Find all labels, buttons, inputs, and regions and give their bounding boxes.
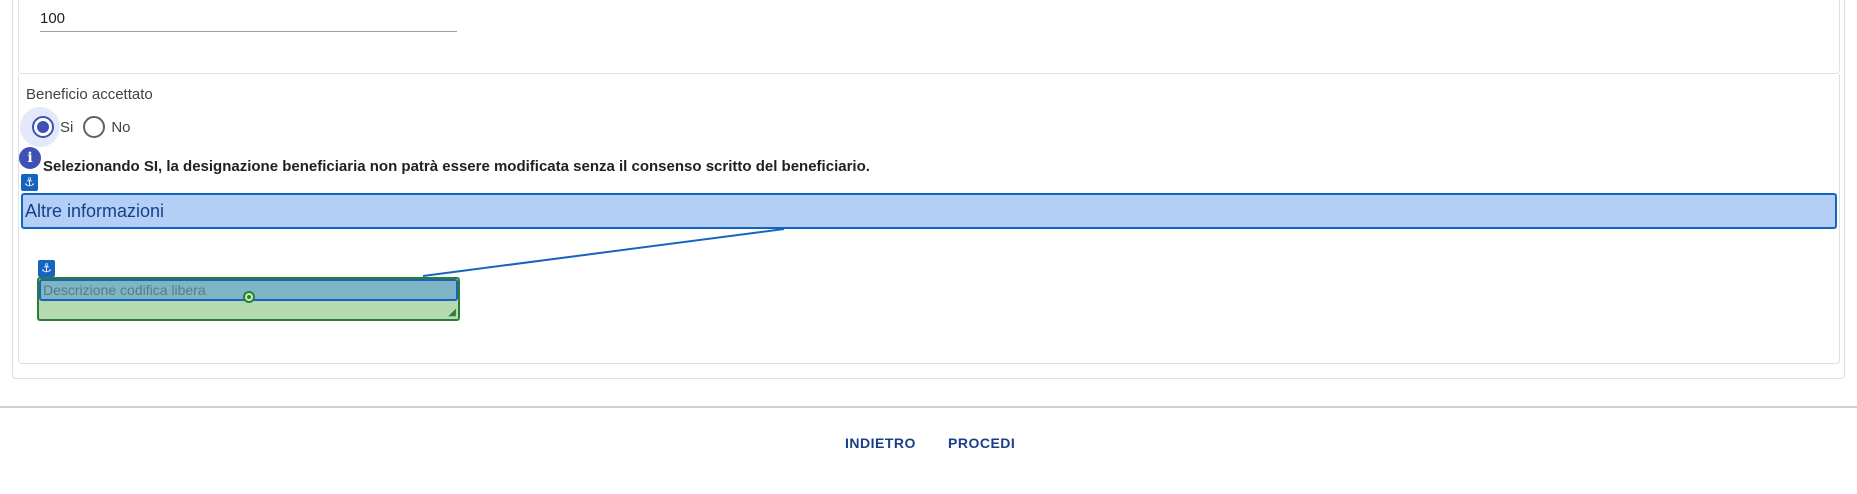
- back-button[interactable]: INDIETRO: [845, 435, 916, 451]
- benefit-accepted-label: Beneficio accettato: [26, 86, 153, 103]
- section-title-altre-informazioni[interactable]: Altre informazioni: [21, 193, 1837, 229]
- benefit-radio-group: Si No: [20, 107, 141, 147]
- anchor-icon[interactable]: ⚓: [38, 260, 55, 277]
- move-handle-icon[interactable]: [243, 291, 255, 303]
- info-icon: i: [19, 147, 41, 169]
- radio-no[interactable]: [83, 116, 106, 138]
- resize-handle-icon[interactable]: ◢: [448, 307, 456, 318]
- previous-section-card: [18, 0, 1840, 74]
- percentage-field-underline: [40, 31, 457, 32]
- radio-no-label[interactable]: No: [111, 119, 130, 136]
- proceed-button[interactable]: PROCEDI: [948, 435, 1015, 451]
- anchor-icon[interactable]: ⚓: [21, 174, 38, 191]
- percentage-field-value[interactable]: 100: [40, 10, 65, 27]
- footer-divider: [0, 406, 1857, 408]
- radio-si-label[interactable]: Si: [60, 119, 73, 136]
- radio-si[interactable]: [32, 116, 54, 138]
- info-message: Selezionando SI, la designazione benefic…: [43, 158, 870, 175]
